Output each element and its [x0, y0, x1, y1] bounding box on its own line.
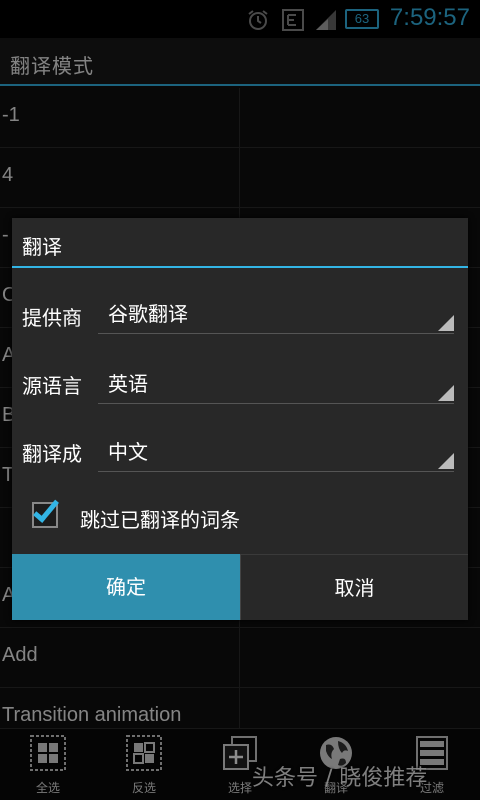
dropdown-arrow-icon: [438, 453, 454, 469]
skip-translated-label: 跳过已翻译的词条: [80, 508, 240, 532]
skip-translated-option[interactable]: 跳过已翻译的词条: [32, 495, 452, 538]
source-language-value: 英语: [108, 372, 148, 396]
skip-translated-checkbox[interactable]: [32, 495, 59, 528]
confirm-button[interactable]: 确定: [12, 554, 240, 620]
provider-spinner[interactable]: 谷歌翻译: [98, 294, 454, 334]
source-language-label: 源语言: [22, 374, 82, 398]
checkmark-icon: [33, 495, 59, 523]
source-language-spinner[interactable]: 英语: [98, 364, 454, 404]
target-language-spinner[interactable]: 中文: [98, 432, 454, 472]
cancel-button[interactable]: 取消: [240, 554, 468, 620]
provider-value: 谷歌翻译: [108, 302, 188, 326]
target-language-label: 翻译成: [22, 442, 82, 466]
target-language-value: 中文: [108, 440, 148, 464]
dropdown-arrow-icon: [438, 315, 454, 331]
translate-dialog: 翻译 提供商 谷歌翻译 源语言 英语 翻译成 中文 跳过已翻译的词条 确定 取消: [12, 218, 468, 620]
dialog-title: 翻译: [22, 235, 62, 259]
dialog-title-bar: 翻译: [12, 218, 468, 268]
dropdown-arrow-icon: [438, 385, 454, 401]
provider-label: 提供商: [22, 306, 82, 330]
